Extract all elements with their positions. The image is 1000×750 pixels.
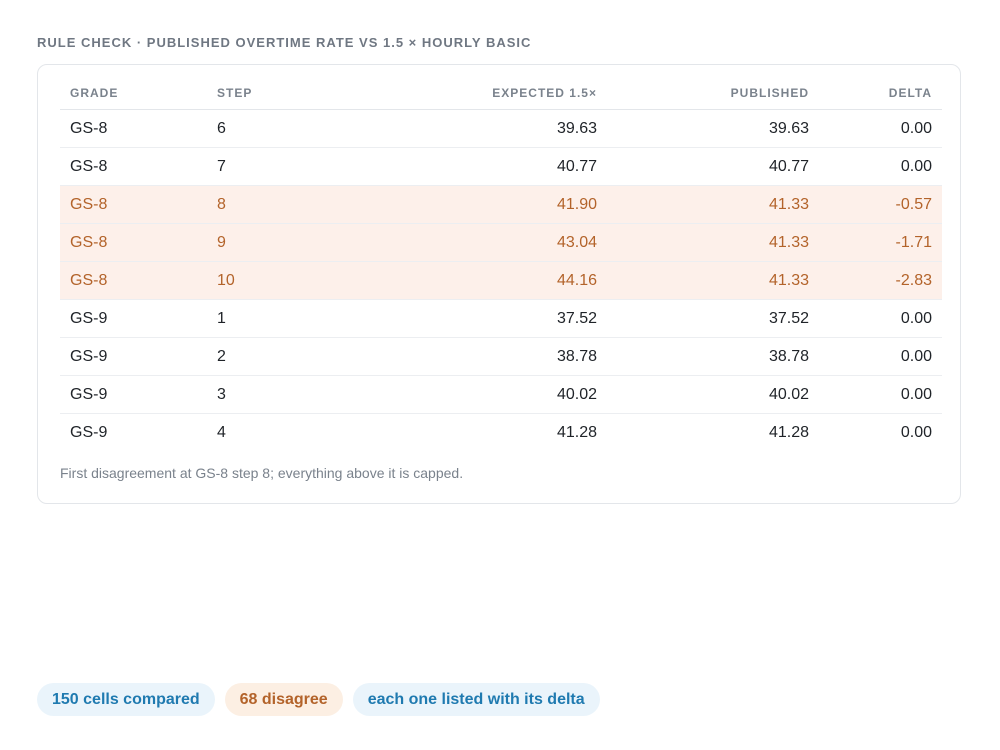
cell-grade: GS-9 xyxy=(60,337,207,376)
disagree-chip[interactable]: 68 disagree xyxy=(224,683,343,716)
table-row[interactable]: GS-8 9 43.04 41.33 -1.71 xyxy=(60,223,942,262)
cell-expected: 41.90 xyxy=(377,185,607,224)
table-row[interactable]: GS-9 3 40.02 40.02 0.00 xyxy=(60,375,942,414)
comparison-table: GRADE STEP EXPECTED 1.5× PUBLISHED DELTA… xyxy=(60,77,942,451)
cell-expected: 43.04 xyxy=(377,223,607,262)
cell-published: 41.33 xyxy=(607,261,819,300)
cell-grade: GS-9 xyxy=(70,423,108,441)
listed-with-delta-chip[interactable]: each one listed with its delta xyxy=(352,683,600,716)
table-row[interactable]: GS-8 6 39.63 39.63 0.00 xyxy=(60,109,942,148)
cell-published: 40.77 xyxy=(607,147,819,186)
cell-grade: GS-8 xyxy=(60,223,207,262)
cell-delta: -2.83 xyxy=(819,261,942,300)
cell-published: 39.63 xyxy=(607,109,819,148)
cell-delta: 0.00 xyxy=(900,423,932,441)
cell-expected: 41.28 xyxy=(556,423,597,441)
table-row[interactable]: GS-8 10 44.16 41.33 -2.83 xyxy=(60,261,942,300)
cell-delta: 0.00 xyxy=(819,337,942,376)
cell-expected: 44.16 xyxy=(377,261,607,300)
rule-check-card: GRADE STEP EXPECTED 1.5× PUBLISHED DELTA… xyxy=(37,64,961,504)
cell-expected: 37.52 xyxy=(377,299,607,338)
cell-step: 6 xyxy=(207,109,377,148)
table-row[interactable]: GS-8 7 40.77 40.77 0.00 xyxy=(60,147,942,186)
cell-grade: GS-8 xyxy=(60,147,207,186)
cell-expected: 38.78 xyxy=(377,337,607,376)
column-header-grade[interactable]: GRADE xyxy=(60,77,207,110)
cell-published: 40.02 xyxy=(607,375,819,414)
cell-step: 9 xyxy=(207,223,377,262)
summary-chips: 150 cells compared 68 disagree each one … xyxy=(37,683,600,716)
cell-grade: GS-8 xyxy=(60,261,207,300)
cells-compared-chip[interactable]: 150 cells compared xyxy=(37,683,215,716)
cell-grade: GS-8 xyxy=(60,185,207,224)
cell-grade: GS-9 xyxy=(60,299,207,338)
table-row[interactable]: GS-9 2 38.78 38.78 0.00 xyxy=(60,337,942,376)
cell-step: 2 xyxy=(207,337,377,376)
column-header-published[interactable]: PUBLISHED xyxy=(607,77,819,110)
rule-check-page: RULE CHECK · PUBLISHED OVERTIME RATE VS … xyxy=(0,0,1000,750)
cell-published: 41.33 xyxy=(607,223,819,262)
cell-published: 41.33 xyxy=(607,185,819,224)
cell-step: 7 xyxy=(207,147,377,186)
cell-delta: -0.57 xyxy=(819,185,942,224)
cell-expected: 39.63 xyxy=(377,109,607,148)
column-header-delta[interactable]: DELTA xyxy=(819,77,942,110)
cell-step: 10 xyxy=(207,261,377,300)
cell-expected: 40.02 xyxy=(377,375,607,414)
cell-expected: 40.77 xyxy=(377,147,607,186)
cell-published: 37.52 xyxy=(607,299,819,338)
cell-delta: -1.71 xyxy=(819,223,942,262)
table-header-row: GRADE STEP EXPECTED 1.5× PUBLISHED DELTA xyxy=(60,77,942,110)
cell-step: 1 xyxy=(207,299,377,338)
cell-published: 38.78 xyxy=(607,337,819,376)
cell-step: 3 xyxy=(207,375,377,414)
cell-grade: GS-8 xyxy=(60,109,207,148)
table-row[interactable]: GS-9 4 41.28 41.28 0.00 xyxy=(60,414,942,452)
disagreement-note: First disagreement at GS-8 step 8; every… xyxy=(60,465,464,481)
table-row[interactable]: GS-9 1 37.52 37.52 0.00 xyxy=(60,299,942,338)
cell-delta: 0.00 xyxy=(819,147,942,186)
cell-delta: 0.00 xyxy=(819,299,942,338)
cell-delta: 0.00 xyxy=(819,109,942,148)
cell-step: 8 xyxy=(207,185,377,224)
section-heading: RULE CHECK · PUBLISHED OVERTIME RATE VS … xyxy=(37,35,532,50)
column-header-step[interactable]: STEP xyxy=(207,77,377,110)
table-row[interactable]: GS-8 8 41.90 41.33 -0.57 xyxy=(60,185,942,224)
cell-delta: 0.00 xyxy=(819,375,942,414)
cell-grade: GS-9 xyxy=(60,375,207,414)
cell-published: 41.28 xyxy=(768,423,809,441)
column-header-expected[interactable]: EXPECTED 1.5× xyxy=(377,77,607,110)
cell-step: 4 xyxy=(217,423,226,441)
